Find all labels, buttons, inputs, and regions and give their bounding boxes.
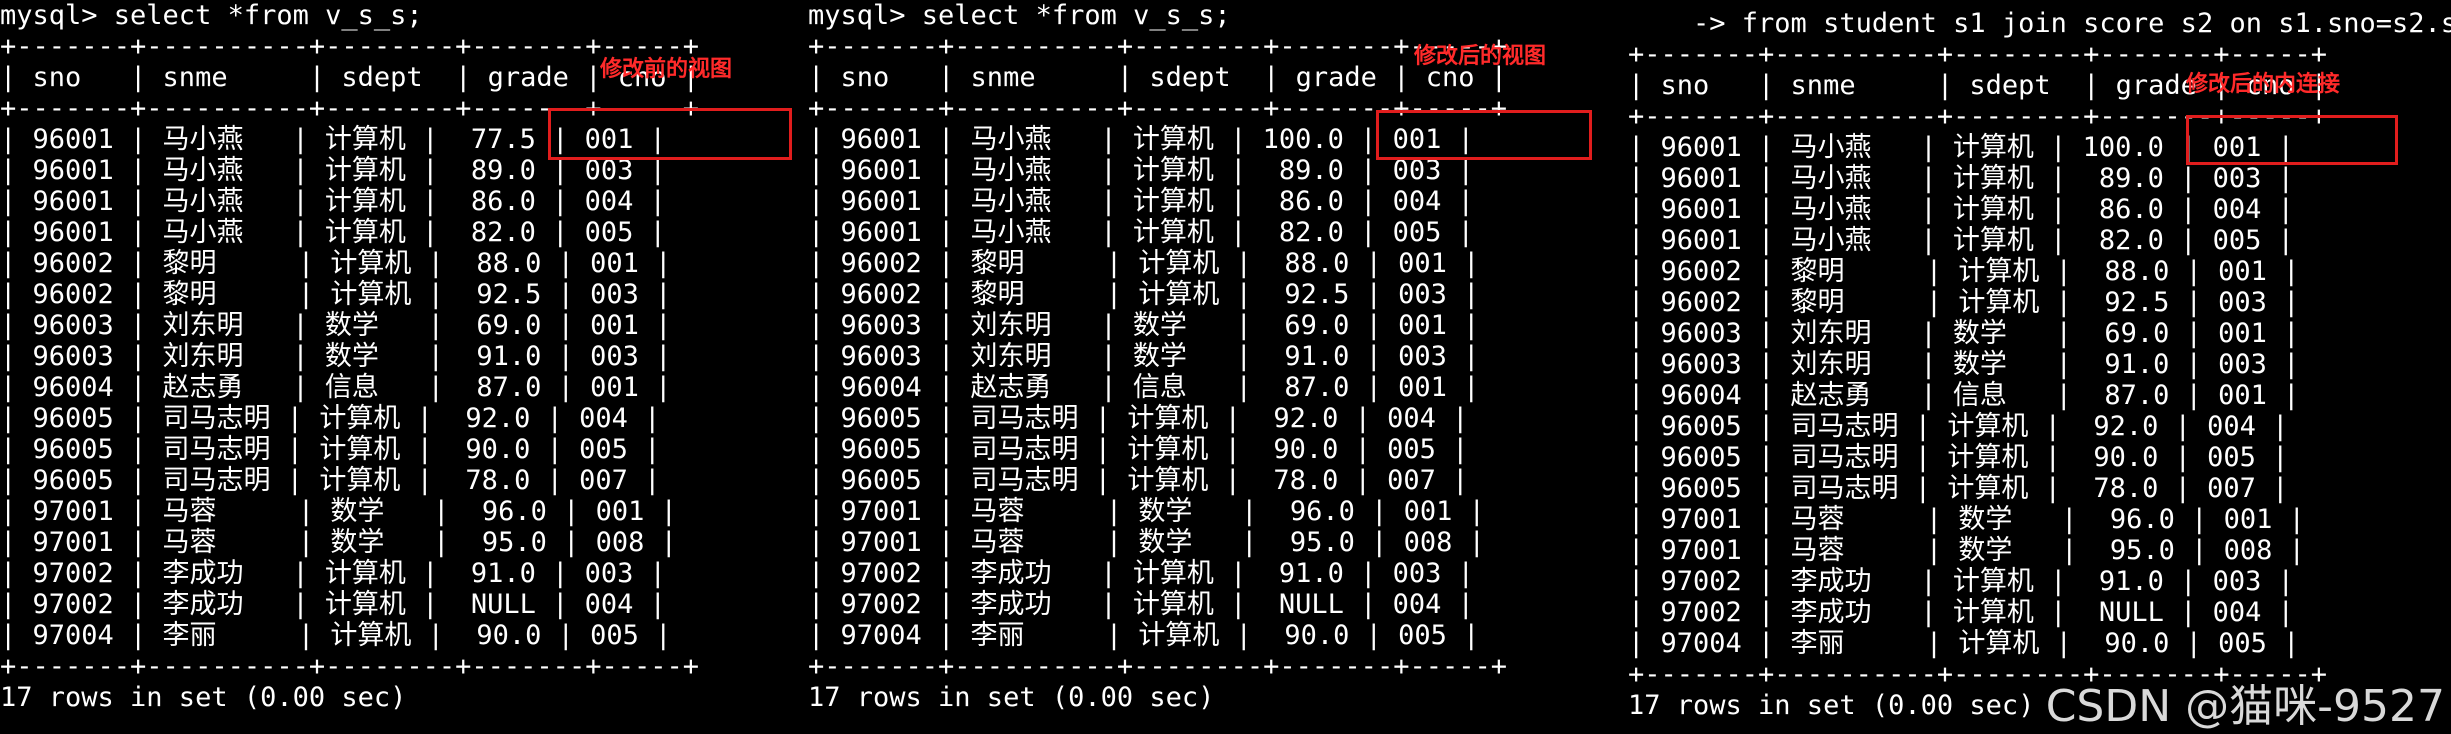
table-row: | 97002 | 李成功 | 计算机 | 91.0 | 003 | [1628,566,2294,597]
table-row: | 97001 | 马蓉 | 数学 | 96.0 | 001 | [1628,504,2305,535]
terminal-panel-after: mysql> select *from v_s_s; +-------+-----… [808,0,1616,726]
annotation-after: 修改后的视图 [1414,44,1547,69]
table-row: | 96001 | 马小燕 | 计算机 | 82.0 | 005 | [808,217,1474,248]
table-row: | 96005 | 司马志明 | 计算机 | 90.0 | 005 | [808,434,1469,465]
table-row: | 96005 | 司马志明 | 计算机 | 90.0 | 005 | [1628,442,2289,473]
table-row: | 96002 | 黎明 | 计算机 | 92.5 | 003 | [808,279,1480,310]
table-row: | 97002 | 李成功 | 计算机 | NULL | 004 | [808,589,1474,620]
command-line: -> from student s1 join score s2 on s1.s… [1628,8,2451,39]
result-footer: 17 rows in set (0.00 sec) [0,682,407,713]
annotation-inner-join: 修改后的内连接 [2186,72,2341,97]
table-row: | 96002 | 黎明 | 计算机 | 92.5 | 003 | [1628,287,2300,318]
table-row: | 96003 | 刘东明 | 数学 | 91.0 | 003 | [808,341,1480,372]
table-row: | 96005 | 司马志明 | 计算机 | 78.0 | 007 | [808,465,1469,496]
table-row: | 97002 | 李成功 | 计算机 | NULL | 004 | [1628,597,2294,628]
table-row: | 97004 | 李丽 | 计算机 | 90.0 | 005 | [0,620,672,651]
table-row: | 96002 | 黎明 | 计算机 | 88.0 | 001 | [1628,256,2300,287]
table-row: | 96005 | 司马志明 | 计算机 | 92.0 | 004 | [808,403,1469,434]
highlight-box-before [548,108,792,160]
highlight-box-inner-join [2186,115,2398,165]
table-row: | 97001 | 马蓉 | 数学 | 95.0 | 008 | [0,527,677,558]
watermark: CSDN @猫咪-9527 [2045,681,2445,732]
terminal-panel-inner-join: -> from student s1 join score s2 on s1.s… [1628,0,2451,734]
table-row: | 96004 | 赵志勇 | 信息 | 87.0 | 001 | [1628,380,2300,411]
table-row: | 96005 | 司马志明 | 计算机 | 78.0 | 007 | [0,465,661,496]
table-border: +-------+----------+--------+-------+---… [808,651,1507,682]
table-row: | 96003 | 刘东明 | 数学 | 91.0 | 003 | [1628,349,2300,380]
table-row: | 97002 | 李成功 | 计算机 | NULL | 004 | [0,589,666,620]
highlight-box-after [1376,110,1592,160]
table-row: | 96003 | 刘东明 | 数学 | 69.0 | 001 | [0,310,672,341]
table-row: | 96001 | 马小燕 | 计算机 | 86.0 | 004 | [1628,194,2294,225]
table-row: | 96001 | 马小燕 | 计算机 | 82.0 | 005 | [1628,225,2294,256]
table-row: | 96002 | 黎明 | 计算机 | 88.0 | 001 | [0,248,672,279]
table-row: | 96001 | 马小燕 | 计算机 | 89.0 | 003 | [1628,163,2294,194]
table-row: | 96001 | 马小燕 | 计算机 | 82.0 | 005 | [0,217,666,248]
table-row: | 96005 | 司马志明 | 计算机 | 90.0 | 005 | [0,434,661,465]
table-row: | 96005 | 司马志明 | 计算机 | 92.0 | 004 | [0,403,661,434]
table-row: | 97001 | 马蓉 | 数学 | 95.0 | 008 | [1628,535,2305,566]
table-row: | 96005 | 司马志明 | 计算机 | 92.0 | 004 | [1628,411,2289,442]
table-row: | 97001 | 马蓉 | 数学 | 95.0 | 008 | [808,527,1485,558]
table-row: | 97004 | 李丽 | 计算机 | 90.0 | 005 | [808,620,1480,651]
table-border: +-------+----------+--------+-------+---… [0,651,699,682]
command-line: mysql> select *from v_s_s; [808,0,1231,31]
table-row: | 96003 | 刘东明 | 数学 | 69.0 | 001 | [1628,318,2300,349]
annotation-before: 修改前的视图 [600,57,733,82]
table-row: | 96002 | 黎明 | 计算机 | 92.5 | 003 | [0,279,672,310]
table-row: | 97001 | 马蓉 | 数学 | 96.0 | 001 | [808,496,1485,527]
table-row: | 96004 | 赵志勇 | 信息 | 87.0 | 001 | [808,372,1480,403]
table-row: | 96003 | 刘东明 | 数学 | 69.0 | 001 | [808,310,1480,341]
table-row: | 96001 | 马小燕 | 计算机 | 86.0 | 004 | [0,186,666,217]
table-row: | 97004 | 李丽 | 计算机 | 90.0 | 005 | [1628,628,2300,659]
table-row: | 97002 | 李成功 | 计算机 | 91.0 | 003 | [808,558,1474,589]
table-row: | 96004 | 赵志勇 | 信息 | 87.0 | 001 | [0,372,672,403]
table-row: | 97002 | 李成功 | 计算机 | 91.0 | 003 | [0,558,666,589]
table-row: | 96001 | 马小燕 | 计算机 | 86.0 | 004 | [808,186,1474,217]
table-row: | 96002 | 黎明 | 计算机 | 88.0 | 001 | [808,248,1480,279]
table-border: +-------+----------+--------+-------+---… [1628,39,2327,70]
table-row: | 97001 | 马蓉 | 数学 | 96.0 | 001 | [0,496,677,527]
table-row: | 96005 | 司马志明 | 计算机 | 78.0 | 007 | [1628,473,2289,504]
command-line: mysql> select *from v_s_s; [0,0,423,31]
result-footer: 17 rows in set (0.00 sec) [808,682,1215,713]
table-row: | 96003 | 刘东明 | 数学 | 91.0 | 003 | [0,341,672,372]
